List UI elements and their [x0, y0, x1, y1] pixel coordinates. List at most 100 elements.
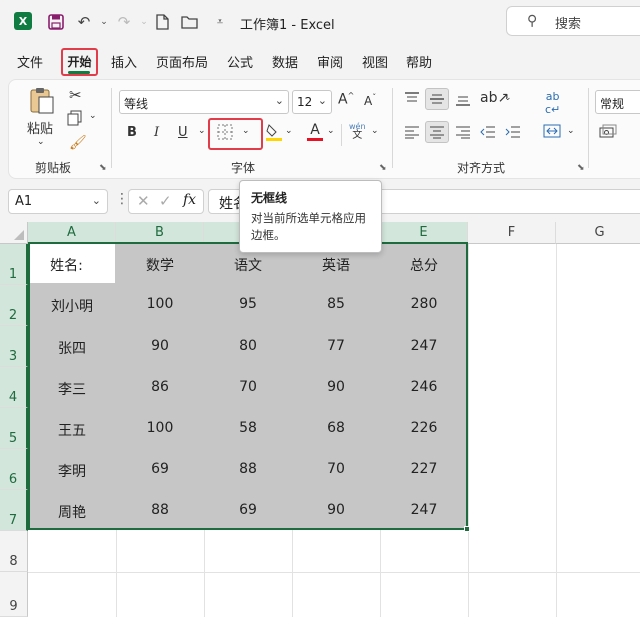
- cell-d6[interactable]: 70: [292, 461, 380, 477]
- fill-handle[interactable]: [464, 526, 470, 532]
- cell-b1[interactable]: 数学: [116, 255, 204, 275]
- cell-c7[interactable]: 69: [204, 502, 292, 518]
- font-launcher-icon[interactable]: ⬊: [379, 163, 387, 173]
- tab-data[interactable]: 数据: [272, 52, 298, 71]
- column-header-e[interactable]: E: [380, 222, 468, 244]
- search-input[interactable]: ⚲ 搜索: [506, 6, 640, 36]
- cell-a1[interactable]: 姓名:: [28, 255, 105, 275]
- alignment-launcher-icon[interactable]: ⬊: [577, 163, 585, 173]
- merge-dropdown-icon[interactable]: ⌄: [567, 126, 575, 136]
- tab-help[interactable]: 帮助: [406, 52, 432, 71]
- insert-function-button[interactable]: fx: [183, 192, 196, 208]
- accounting-format-icon[interactable]: [599, 124, 617, 144]
- cell-e1[interactable]: 总分: [380, 255, 468, 275]
- cell-c4[interactable]: 70: [204, 379, 292, 395]
- font-size-combo[interactable]: 12 ⌄: [292, 90, 332, 114]
- clipboard-launcher-icon[interactable]: ⬊: [99, 163, 107, 173]
- tab-insert[interactable]: 插入: [111, 52, 137, 71]
- cell-a2[interactable]: 刘小明: [28, 296, 116, 316]
- cell-c1[interactable]: 语文: [204, 255, 292, 275]
- cell-c5[interactable]: 58: [204, 420, 292, 436]
- paste-icon[interactable]: [27, 86, 57, 120]
- cell-d4[interactable]: 90: [292, 379, 380, 395]
- enter-icon[interactable]: ✓: [159, 192, 172, 210]
- column-header-b[interactable]: B: [116, 222, 204, 244]
- phonetic-dropdown-icon[interactable]: ⌄: [371, 126, 379, 136]
- cancel-icon[interactable]: ✕: [137, 192, 150, 210]
- cell-d5[interactable]: 68: [292, 420, 380, 436]
- row-header-3[interactable]: 3: [0, 326, 28, 367]
- cell-b4[interactable]: 86: [116, 379, 204, 395]
- align-left-icon[interactable]: [404, 125, 420, 143]
- cell-d7[interactable]: 90: [292, 502, 380, 518]
- row-header-5[interactable]: 5: [0, 408, 28, 449]
- tab-page-layout[interactable]: 页面布局: [156, 52, 208, 71]
- copy-icon[interactable]: [67, 110, 83, 130]
- redo-dropdown-icon[interactable]: ⌄: [134, 12, 154, 32]
- cell-d3[interactable]: 77: [292, 338, 380, 354]
- font-name-combo[interactable]: 等线 ⌄: [119, 90, 289, 114]
- align-middle-icon[interactable]: [425, 88, 449, 110]
- increase-indent-icon[interactable]: [505, 125, 521, 143]
- align-center-icon[interactable]: [425, 121, 449, 143]
- row-header-4[interactable]: 4: [0, 367, 28, 408]
- decrease-indent-icon[interactable]: [480, 125, 496, 143]
- underline-dropdown-icon[interactable]: ⌄: [198, 126, 206, 136]
- format-painter-icon[interactable]: 🖌: [69, 135, 87, 151]
- fill-color-button[interactable]: [265, 122, 283, 146]
- align-right-icon[interactable]: [455, 125, 471, 143]
- orientation-dropdown-icon[interactable]: ⌄: [504, 93, 512, 103]
- customize-toolbar-icon[interactable]: ⩡: [210, 12, 230, 32]
- cut-icon[interactable]: ✂: [69, 86, 82, 104]
- cell-a3[interactable]: 张四: [28, 338, 116, 358]
- tab-view[interactable]: 视图: [362, 52, 388, 71]
- cell-b3[interactable]: 90: [116, 338, 204, 354]
- cell-a7[interactable]: 周艳: [28, 502, 116, 522]
- cell-a6[interactable]: 李明: [28, 461, 116, 481]
- cell-c2[interactable]: 95: [204, 296, 292, 312]
- cell-d2[interactable]: 85: [292, 296, 380, 312]
- cell-e2[interactable]: 280: [380, 296, 468, 312]
- cell-b5[interactable]: 100: [116, 420, 204, 436]
- shrink-font-button[interactable]: Aˇ: [364, 93, 376, 108]
- column-header-g[interactable]: G: [556, 222, 640, 244]
- align-bottom-icon[interactable]: [455, 92, 471, 110]
- cell-e6[interactable]: 227: [380, 461, 468, 477]
- fill-color-dropdown-icon[interactable]: ⌄: [285, 126, 293, 136]
- name-box[interactable]: A1 ⌄: [8, 189, 108, 214]
- cell-d1[interactable]: 英语: [292, 255, 380, 275]
- tab-review[interactable]: 审阅: [317, 52, 343, 71]
- row-header-6[interactable]: 6: [0, 449, 28, 490]
- cell-b7[interactable]: 88: [116, 502, 204, 518]
- row-header-7[interactable]: 7: [0, 490, 28, 531]
- merge-center-icon[interactable]: [543, 124, 561, 142]
- new-file-icon[interactable]: [152, 12, 172, 32]
- font-color-dropdown-icon[interactable]: ⌄: [327, 126, 335, 136]
- cell-c6[interactable]: 88: [204, 461, 292, 477]
- paste-button[interactable]: 粘贴: [27, 118, 53, 137]
- italic-button[interactable]: I: [154, 125, 159, 140]
- paste-dropdown-icon[interactable]: ⌄: [37, 137, 45, 147]
- font-color-button[interactable]: A: [307, 122, 323, 141]
- bold-button[interactable]: B: [127, 125, 137, 140]
- row-header-8[interactable]: 8: [0, 531, 28, 572]
- cell-a5[interactable]: 王五: [28, 420, 116, 440]
- align-top-icon[interactable]: [404, 92, 420, 110]
- open-folder-icon[interactable]: [180, 12, 200, 32]
- cell-b6[interactable]: 69: [116, 461, 204, 477]
- cell-e7[interactable]: 247: [380, 502, 468, 518]
- column-header-a[interactable]: A: [28, 222, 116, 244]
- cell-c3[interactable]: 80: [204, 338, 292, 354]
- number-format-combo[interactable]: 常规: [595, 90, 640, 114]
- tab-formulas[interactable]: 公式: [227, 52, 253, 71]
- tab-file[interactable]: 文件: [17, 52, 43, 71]
- cell-a4[interactable]: 李三: [28, 379, 116, 399]
- wrap-text-icon[interactable]: ab c↵: [545, 90, 560, 116]
- cell-b2[interactable]: 100: [116, 296, 204, 312]
- row-header-9[interactable]: 9: [0, 572, 28, 617]
- cell-e3[interactable]: 247: [380, 338, 468, 354]
- cell-e5[interactable]: 226: [380, 420, 468, 436]
- select-all-corner[interactable]: [0, 222, 28, 244]
- underline-button[interactable]: U: [178, 125, 188, 140]
- column-header-f[interactable]: F: [468, 222, 556, 244]
